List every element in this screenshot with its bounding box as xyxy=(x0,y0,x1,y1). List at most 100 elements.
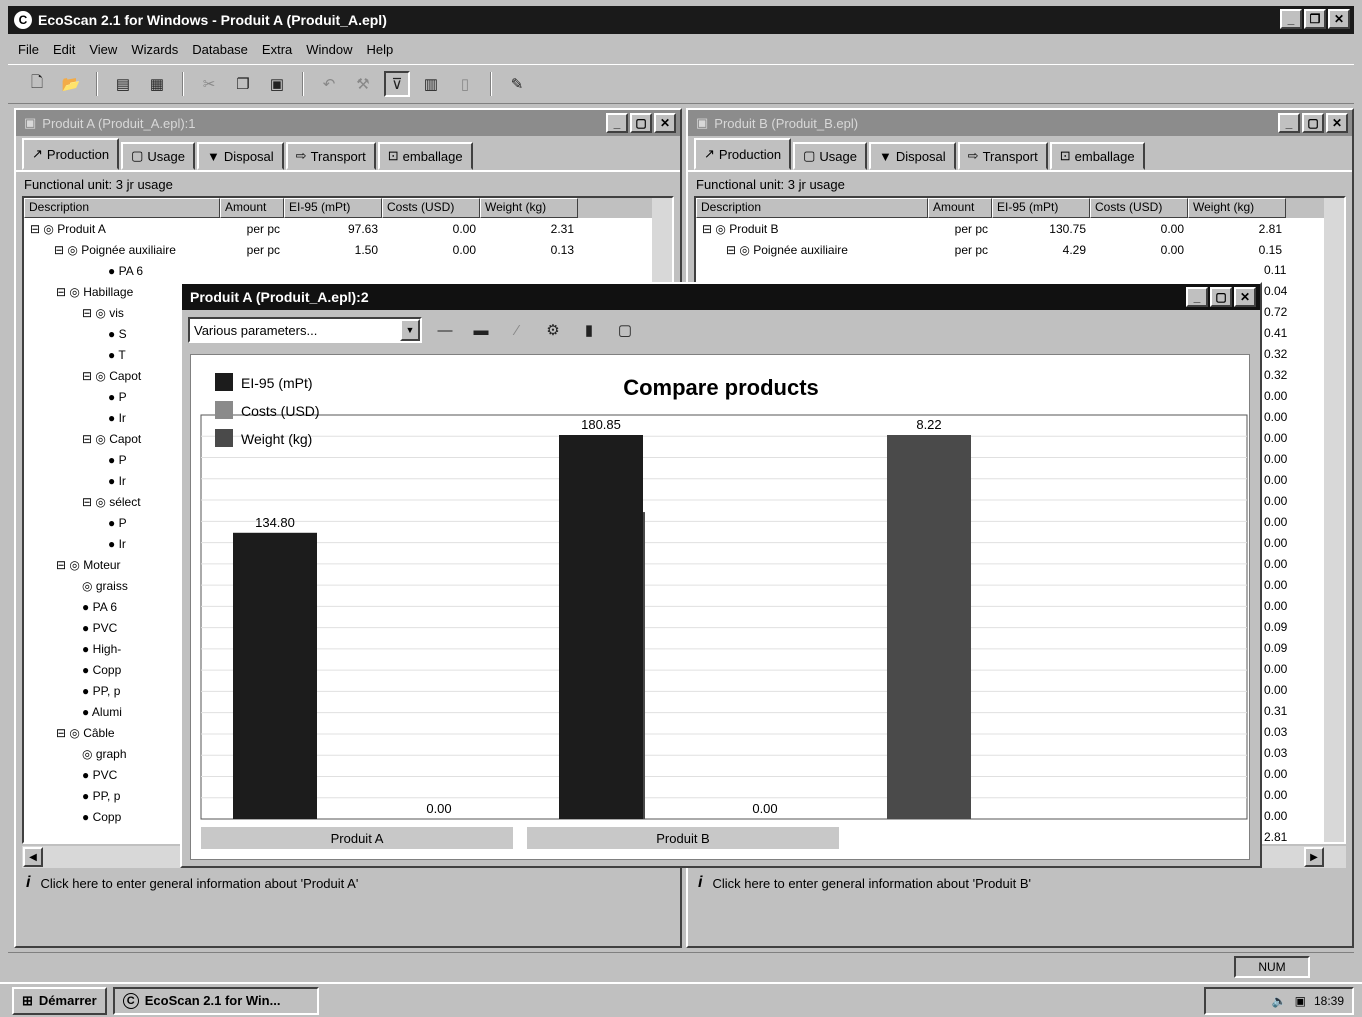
table-row[interactable]: ⊟ ◎ Produit B per pc 130.75 0.00 2.81 xyxy=(696,218,1344,239)
menu-view[interactable]: View xyxy=(89,42,117,57)
minimize-button[interactable]: _ xyxy=(1278,113,1300,133)
tree-node-icon[interactable]: ● xyxy=(82,663,93,677)
tab-disposal[interactable]: ▼ Disposal xyxy=(868,142,956,170)
chevron-down-icon[interactable]: ▼ xyxy=(400,319,420,341)
scroll-right-button[interactable]: ▶ xyxy=(1304,847,1324,867)
table-row[interactable]: ⊟ ◎ Produit A per pc 97.63 0.00 2.31 xyxy=(24,218,672,239)
open-folder-icon[interactable]: 📂 xyxy=(58,71,84,97)
tab-transport[interactable]: ⇨ Transport xyxy=(957,142,1048,170)
chart-icon[interactable]: ▯ xyxy=(452,71,478,97)
product-b-title-bar[interactable]: ▣ Produit B (Produit_B.epl) _ ▢ ✕ xyxy=(688,110,1352,136)
minimize-button[interactable]: _ xyxy=(606,113,628,133)
tree-node-icon[interactable]: ◎ xyxy=(82,747,96,761)
tree-node-icon[interactable]: ● xyxy=(108,390,119,404)
tab-usage[interactable]: ▢ Usage xyxy=(121,142,195,170)
slash-icon[interactable]: ⁄ xyxy=(504,317,530,343)
tree-node-icon[interactable]: ⊟ ◎ xyxy=(82,432,109,446)
close-button[interactable]: ✕ xyxy=(1326,113,1348,133)
tree-item[interactable]: ● PA 6 xyxy=(24,260,672,281)
dash-icon[interactable]: — xyxy=(432,317,458,343)
chart-type-icon[interactable]: ▮ xyxy=(576,317,602,343)
tab-emballage[interactable]: ⊡ emballage xyxy=(1049,142,1145,170)
minimize-button[interactable]: _ xyxy=(1280,9,1302,29)
product-b-info-bar[interactable]: i Click here to enter general informatio… xyxy=(688,868,1352,898)
tree-node-icon[interactable]: ⊟ ◎ xyxy=(56,726,83,740)
tree-node-icon[interactable]: ⊟ ◎ xyxy=(702,222,729,236)
tree-node-icon[interactable]: ● xyxy=(108,348,118,362)
tree-node-icon[interactable]: ⊟ ◎ xyxy=(56,285,83,299)
col-costs[interactable]: Costs (USD) xyxy=(382,198,480,218)
minimize-button[interactable]: _ xyxy=(1186,287,1208,307)
col-weight[interactable]: Weight (kg) xyxy=(480,198,578,218)
col-costs[interactable]: Costs (USD) xyxy=(1090,198,1188,218)
tree-node-icon[interactable]: ⊟ ◎ xyxy=(54,243,81,257)
filter-icon[interactable]: ⊽ xyxy=(384,71,410,97)
tree-node-icon[interactable]: ● xyxy=(82,642,93,656)
copy-icon[interactable]: ❐ xyxy=(230,71,256,97)
paste-icon[interactable]: ▣ xyxy=(264,71,290,97)
col-weight[interactable]: Weight (kg) xyxy=(1188,198,1286,218)
close-button[interactable]: ✕ xyxy=(1328,9,1350,29)
menu-extra[interactable]: Extra xyxy=(262,42,292,57)
table-row[interactable]: ⊟ ◎ Poignée auxiliaire per pc 1.50 0.00 0.13 xyxy=(24,239,672,260)
tree-node-icon[interactable]: ⊟ ◎ xyxy=(82,306,109,320)
tree-node-icon[interactable]: ● xyxy=(82,684,93,698)
tree-node-icon[interactable]: ● xyxy=(108,474,119,488)
product-a-title-bar[interactable]: ▣ Produit A (Produit_A.epl):1 _ ▢ ✕ xyxy=(16,110,680,136)
print-icon[interactable]: ▦ xyxy=(144,71,170,97)
tree-node-icon[interactable]: ● xyxy=(108,327,119,341)
tree-node-icon[interactable]: ◎ xyxy=(82,579,96,593)
close-button[interactable]: ✕ xyxy=(1234,287,1256,307)
cut-icon[interactable]: ✂ xyxy=(196,71,222,97)
tree-node-icon[interactable]: ● xyxy=(82,768,93,782)
tree-node-icon[interactable]: ⊟ ◎ xyxy=(56,558,83,572)
col-description[interactable]: Description xyxy=(24,198,220,218)
table-row[interactable]: ⊟ ◎ Poignée auxiliaire per pc 4.29 0.00 0.15 xyxy=(696,239,1344,260)
menu-help[interactable]: Help xyxy=(367,42,394,57)
tree-node-icon[interactable]: ● xyxy=(108,516,119,530)
menu-window[interactable]: Window xyxy=(306,42,352,57)
help-pointer-icon[interactable]: ✎ xyxy=(504,71,530,97)
parameter-select[interactable]: Various parameters... ▼ xyxy=(188,317,422,343)
frame-icon[interactable]: ▢ xyxy=(612,317,638,343)
col-ei95[interactable]: EI-95 (mPt) xyxy=(284,198,382,218)
maximize-button[interactable]: ▢ xyxy=(1210,287,1232,307)
tree-node-icon[interactable]: ⊟ ◎ xyxy=(726,243,753,257)
undo-icon[interactable]: ↶ xyxy=(316,71,342,97)
start-button[interactable]: ⊞ Démarrer xyxy=(12,986,107,1015)
vertical-scrollbar[interactable] xyxy=(1324,198,1344,842)
tab-transport[interactable]: ⇨ Transport xyxy=(285,142,376,170)
tree-node-icon[interactable]: ● xyxy=(108,411,119,425)
col-ei95[interactable]: EI-95 (mPt) xyxy=(992,198,1090,218)
bar-icon[interactable]: ▬ xyxy=(468,317,494,343)
compare-title-bar[interactable]: Produit A (Produit_A.epl):2 _ ▢ ✕ xyxy=(182,284,1260,310)
tree-node-icon[interactable]: ● xyxy=(82,600,93,614)
tree-node-icon[interactable]: ● xyxy=(108,537,119,551)
new-file-icon[interactable]: 🗋 xyxy=(24,71,50,97)
tree-node-icon[interactable]: ● xyxy=(108,264,119,278)
tree-node-icon[interactable]: ● xyxy=(82,810,93,824)
tree-node-icon[interactable]: ● xyxy=(82,789,93,803)
col-description[interactable]: Description xyxy=(696,198,928,218)
menu-file[interactable]: File xyxy=(18,42,39,57)
settings-icon[interactable]: ⚙ xyxy=(540,317,566,343)
tree-node-icon[interactable]: ● xyxy=(108,453,119,467)
tab-usage[interactable]: ▢ Usage xyxy=(793,142,867,170)
speaker-icon[interactable]: 🔈 xyxy=(1272,994,1287,1008)
network-icon[interactable]: ▣ xyxy=(1295,994,1306,1008)
menu-database[interactable]: Database xyxy=(192,42,248,57)
maximize-button[interactable]: ❐ xyxy=(1304,9,1326,29)
tab-production[interactable]: ↗ Production xyxy=(694,138,792,170)
wizard-icon[interactable]: ⚒ xyxy=(350,71,376,97)
maximize-button[interactable]: ▢ xyxy=(630,113,652,133)
maximize-button[interactable]: ▢ xyxy=(1302,113,1324,133)
scroll-left-button[interactable]: ◀ xyxy=(23,847,43,867)
product-a-info-bar[interactable]: i Click here to enter general informatio… xyxy=(16,868,680,898)
compare-icon[interactable]: ▥ xyxy=(418,71,444,97)
tree-node-icon[interactable]: ● xyxy=(82,621,93,635)
tab-emballage[interactable]: ⊡ emballage xyxy=(377,142,473,170)
menu-edit[interactable]: Edit xyxy=(53,42,75,57)
taskbar-item-ecoscan[interactable]: C EcoScan 2.1 for Win... xyxy=(112,986,319,1015)
save-icon[interactable]: ▤ xyxy=(110,71,136,97)
col-amount[interactable]: Amount xyxy=(220,198,284,218)
